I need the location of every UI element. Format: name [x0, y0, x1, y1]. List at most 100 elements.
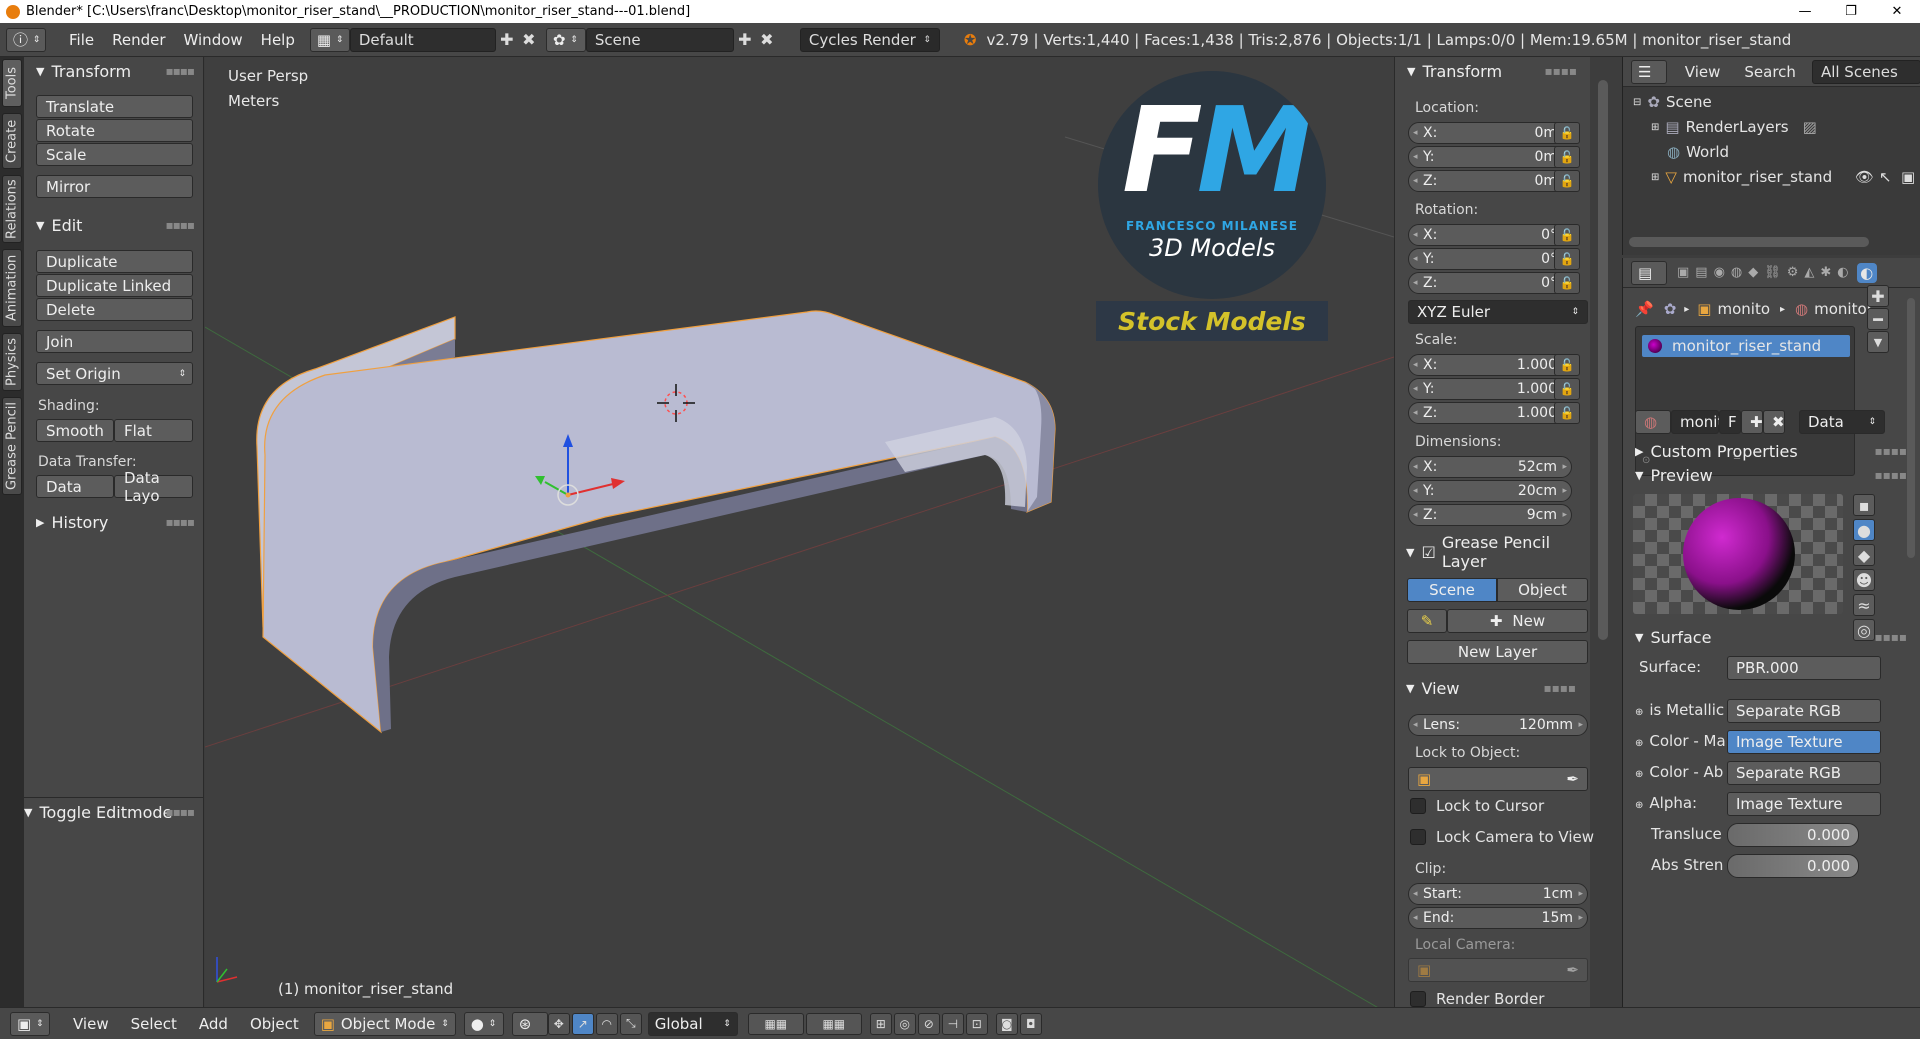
n-transform-header[interactable]: ▼ Transform ▪▪▪▪ — [1395, 58, 1591, 84]
data-layout-button[interactable]: Data Layo — [114, 469, 193, 505]
rotation-z-field[interactable]: Z:0° — [1408, 272, 1572, 294]
fake-user-toggle[interactable]: F — [1719, 410, 1741, 434]
drag-grip-icon[interactable]: ▪▪▪▪ — [1543, 681, 1576, 695]
scale-button[interactable]: Scale — [36, 143, 193, 166]
gp-new-button[interactable]: ✚ New — [1447, 609, 1588, 633]
outliner-search-menu[interactable]: Search — [1744, 63, 1796, 81]
viewport-editor-type-button[interactable]: ▣ ⇕ — [10, 1011, 50, 1036]
add-screen-icon[interactable]: ✚ — [496, 29, 518, 51]
proportional-edit-icon[interactable]: ◎ — [893, 1012, 916, 1035]
menu-help[interactable]: Help — [252, 31, 304, 49]
color-ma-link-select[interactable]: Image Texture — [1727, 730, 1881, 754]
material-tab-icon[interactable]: ◐ — [1856, 262, 1877, 283]
set-origin-select[interactable]: Set Origin ⇕ — [36, 362, 193, 385]
preview-flat-icon[interactable]: ▪ — [1853, 494, 1875, 516]
abs-strength-slider[interactable]: 0.000 — [1727, 854, 1859, 878]
render-layer-toggle-icon[interactable]: ▨ — [1803, 118, 1817, 136]
unlink-material-icon[interactable]: ✖ — [1763, 410, 1785, 434]
screen-layout-button[interactable]: ▦ ⇕ — [309, 27, 350, 52]
n-panel-scrollbar[interactable] — [1598, 80, 1608, 640]
lock-camera-checkbox[interactable] — [1410, 829, 1426, 845]
local-camera-field[interactable]: ▣ ✒ — [1408, 958, 1588, 982]
dimension-z-field[interactable]: Z: 9cm — [1408, 504, 1572, 526]
scale-manipulator-icon[interactable]: ⤡ — [619, 1012, 642, 1035]
delete-screen-icon[interactable]: ✖ — [518, 29, 540, 51]
properties-editor-type-button[interactable]: ▤ — [1631, 260, 1667, 285]
lock-object-field[interactable]: ▣ ✒ — [1408, 767, 1588, 791]
edit-panel-header[interactable]: ▼ Edit ▪▪▪▪ — [24, 212, 204, 238]
rotation-x-field[interactable]: X:0° — [1408, 224, 1572, 246]
mirror-button[interactable]: Mirror — [36, 175, 193, 198]
location-x-field[interactable]: X:0m — [1408, 122, 1572, 144]
join-button[interactable]: Join — [36, 330, 193, 353]
preview-sphere-icon[interactable]: ● — [1853, 519, 1875, 541]
rotate-button[interactable]: Rotate — [36, 119, 193, 142]
lock-icon[interactable]: 🔓 — [1554, 248, 1580, 270]
display-mode-select[interactable]: All Scenes — [1811, 59, 1920, 84]
new-material-icon[interactable]: ✚ — [1741, 410, 1763, 434]
context-tab-icons[interactable]: ▣▤◉◍◆⛓⚙◭✱◐ — [1677, 265, 1855, 280]
drag-grip-icon[interactable]: ▪▪▪▪ — [1874, 444, 1907, 458]
delete-button[interactable]: Delete — [36, 298, 193, 321]
add-scene-icon[interactable]: ✚ — [734, 29, 756, 51]
menu-render[interactable]: Render — [103, 31, 174, 49]
drag-grip-icon[interactable]: ▪▪▪▪ — [165, 64, 195, 78]
lock-icon[interactable]: 🔓 — [1554, 354, 1580, 376]
menu-window[interactable]: Window — [175, 31, 252, 49]
monitor-riser-stand-object[interactable] — [256, 310, 1056, 734]
lock-icon[interactable]: 🔓 — [1554, 170, 1580, 192]
drag-grip-icon[interactable]: ▪▪▪▪ — [165, 218, 195, 232]
delete-scene-icon[interactable]: ✖ — [756, 29, 778, 51]
menu-add[interactable]: Add — [188, 1015, 239, 1033]
toggle-editmode-header[interactable]: ▼ Toggle Editmode ▪▪▪▪ — [12, 799, 195, 825]
translate-button[interactable]: Translate — [36, 95, 193, 118]
color-ab-link-select[interactable]: Separate RGB — [1727, 761, 1881, 785]
menu-object[interactable]: Object — [239, 1015, 310, 1033]
material-slot-item[interactable]: monitor_riser_stand — [1642, 335, 1850, 357]
dimension-y-field[interactable]: Y: 20cm — [1408, 480, 1572, 502]
outliner-editor-type-button[interactable]: ☰ — [1631, 59, 1667, 84]
lock-icon[interactable]: 🔓 — [1554, 224, 1580, 246]
gp-scene-toggle[interactable]: Scene — [1407, 578, 1497, 602]
outliner-view-menu[interactable]: View — [1685, 63, 1721, 81]
drag-grip-icon[interactable]: ▪▪▪▪ — [165, 515, 195, 529]
location-z-field[interactable]: Z:0m — [1408, 170, 1572, 192]
rotate-manipulator-icon[interactable]: ◠ — [595, 1012, 618, 1035]
scale-x-field[interactable]: X: 1.000 — [1408, 354, 1572, 376]
outliner-item-scene[interactable]: ⊟ ✿ Scene — [1633, 93, 1712, 111]
clip-end-field[interactable]: End: 15m — [1408, 907, 1588, 929]
duplicate-button[interactable]: Duplicate — [36, 250, 193, 273]
rotation-y-field[interactable]: Y:0° — [1408, 248, 1572, 270]
history-panel-header[interactable]: ▶ History ▪▪▪▪ — [24, 509, 204, 535]
lock-to-cursor-checkbox[interactable] — [1410, 798, 1426, 814]
gp-new-layer-button[interactable]: New Layer — [1407, 640, 1588, 664]
surface-header[interactable]: ▼ Surface ▪▪▪▪ — [1623, 624, 1920, 650]
tab-animation[interactable]: Animation — [2, 249, 22, 327]
scene-browse-button[interactable]: ✿ ⇕ — [545, 27, 586, 52]
duplicate-linked-button[interactable]: Duplicate Linked — [36, 274, 193, 297]
scene-field[interactable]: Scene — [585, 27, 734, 52]
material-name-field[interactable]: monit — [1671, 410, 1723, 434]
transform-panel-header[interactable]: ▼ Transform ▪▪▪▪ — [24, 58, 204, 84]
tab-physics[interactable]: Physics — [2, 333, 22, 391]
viewport-shading-select[interactable]: ● ⇕ — [463, 1011, 504, 1036]
gp-enabled-checkbox-icon[interactable]: ☑ — [1421, 543, 1435, 562]
scene-layers-icon[interactable]: ▦▦ — [805, 1012, 862, 1035]
location-y-field[interactable]: Y:0m — [1408, 146, 1572, 168]
tab-create[interactable]: Create — [2, 113, 22, 169]
lens-field[interactable]: Lens: 120mm — [1408, 714, 1588, 736]
translate-manipulator-icon[interactable]: ↗ — [571, 1012, 594, 1035]
custom-properties-header[interactable]: ▶ Custom Properties ▪▪▪▪ — [1623, 438, 1920, 464]
translucent-slider[interactable]: 0.000 — [1727, 823, 1859, 847]
visibility-eye-icon[interactable]: 👁 — [1855, 168, 1874, 186]
gp-object-toggle[interactable]: Object — [1497, 578, 1588, 602]
scale-y-field[interactable]: Y: 1.000 — [1408, 378, 1572, 400]
drag-grip-icon[interactable]: ▪▪▪▪ — [1544, 64, 1577, 78]
snap-toggle-icon[interactable]: ⊘ — [917, 1012, 940, 1035]
lock-icon[interactable]: 🔓 — [1554, 122, 1580, 144]
editor-type-info-button[interactable]: ⓘ ⇕ — [6, 27, 46, 52]
smooth-shading-button[interactable]: Smooth — [36, 419, 114, 442]
outliner-scrollbar[interactable] — [1629, 237, 1869, 247]
outliner-item-monitor-riser-stand[interactable]: ⊞ ▽ monitor_riser_stand — [1651, 168, 1832, 186]
drag-grip-icon[interactable]: ▪▪▪▪ — [1874, 468, 1907, 482]
